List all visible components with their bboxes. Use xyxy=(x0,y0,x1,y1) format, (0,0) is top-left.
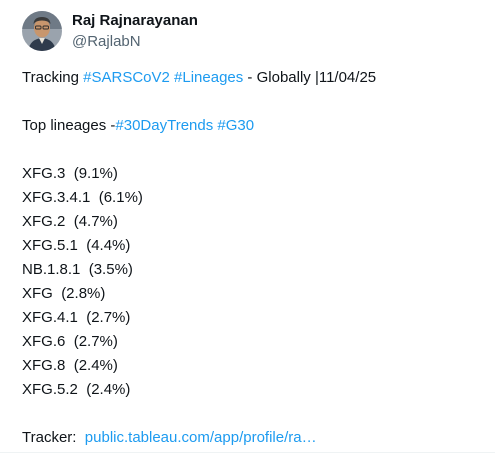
lineage-name: XFG.8 xyxy=(22,357,66,374)
tracker-label: Tracker: xyxy=(22,429,77,446)
list-item: XFG.5.1 (4.4%) xyxy=(22,234,487,258)
author-info: Raj Rajnarayanan @RajlabN xyxy=(72,11,198,51)
list-item: XFG.4.1 (2.7%) xyxy=(22,306,487,330)
list-item: XFG.3 (9.1%) xyxy=(22,162,487,186)
profile-photo-icon xyxy=(22,11,62,51)
tweet-text-segment: Tracking xyxy=(22,69,84,86)
lineage-share: (2.7%) xyxy=(73,333,118,350)
hashtag-link[interactable]: #Lineages xyxy=(174,69,243,86)
lineage-name: XFG.2 xyxy=(22,213,66,230)
tracker-link[interactable]: public.tableau.com/app/profile/ra… xyxy=(85,429,317,446)
lineage-share: (2.7%) xyxy=(86,309,131,326)
divider xyxy=(0,452,495,453)
lineage-list: XFG.3 (9.1%) XFG.3.4.1 (6.1%) XFG.2 (4.7… xyxy=(22,162,487,402)
lineage-share: (2.4%) xyxy=(73,357,118,374)
tweet-text: Tracking #SARSCoV2 #Lineages - Globally … xyxy=(22,66,487,450)
lineage-share: (4.7%) xyxy=(73,213,118,230)
tweet-text-segment: - Globally |11/04/25 xyxy=(243,69,377,86)
lineage-share: (4.4%) xyxy=(86,237,131,254)
tweet-line-tracking: Tracking #SARSCoV2 #Lineages - Globally … xyxy=(22,66,487,90)
lineage-share: (9.1%) xyxy=(73,165,118,182)
lineage-share: (2.8%) xyxy=(61,285,106,302)
lineage-share: (3.5%) xyxy=(88,261,133,278)
lineage-name: XFG.3.4.1 xyxy=(22,189,91,206)
avatar[interactable] xyxy=(22,11,62,51)
author-display-name[interactable]: Raj Rajnarayanan xyxy=(72,11,198,30)
hashtag-link[interactable]: #SARSCoV2 xyxy=(83,69,170,86)
author-handle[interactable]: @RajlabN xyxy=(72,32,198,51)
tweet-line-tracker: Tracker: public.tableau.com/app/profile/… xyxy=(22,426,487,450)
lineage-share: (2.4%) xyxy=(86,381,131,398)
lineage-name: NB.1.8.1 xyxy=(22,261,81,278)
list-item: NB.1.8.1 (3.5%) xyxy=(22,258,487,282)
list-item: XFG.2 (4.7%) xyxy=(22,210,487,234)
tweet: Raj Rajnarayanan @RajlabN Tracking #SARS… xyxy=(0,0,495,454)
lineage-name: XFG.3 xyxy=(22,165,66,182)
tweet-line-top-lineages: Top lineages -#30DayTrends #G30 xyxy=(22,114,487,138)
list-item: XFG.8 (2.4%) xyxy=(22,354,487,378)
lineage-name: XFG xyxy=(22,285,53,302)
lineage-share: (6.1%) xyxy=(98,189,143,206)
list-item: XFG.3.4.1 (6.1%) xyxy=(22,186,487,210)
hashtag-link[interactable]: #30DayTrends xyxy=(115,117,213,134)
lineage-name: XFG.5.2 xyxy=(22,381,78,398)
lineage-name: XFG.5.1 xyxy=(22,237,78,254)
list-item: XFG.6 (2.7%) xyxy=(22,330,487,354)
list-item: XFG.5.2 (2.4%) xyxy=(22,378,487,402)
lineage-name: XFG.6 xyxy=(22,333,66,350)
hashtag-link[interactable]: #G30 xyxy=(217,117,254,134)
tweet-text-segment: Top lineages - xyxy=(22,117,116,134)
lineage-name: XFG.4.1 xyxy=(22,309,78,326)
list-item: XFG (2.8%) xyxy=(22,282,487,306)
